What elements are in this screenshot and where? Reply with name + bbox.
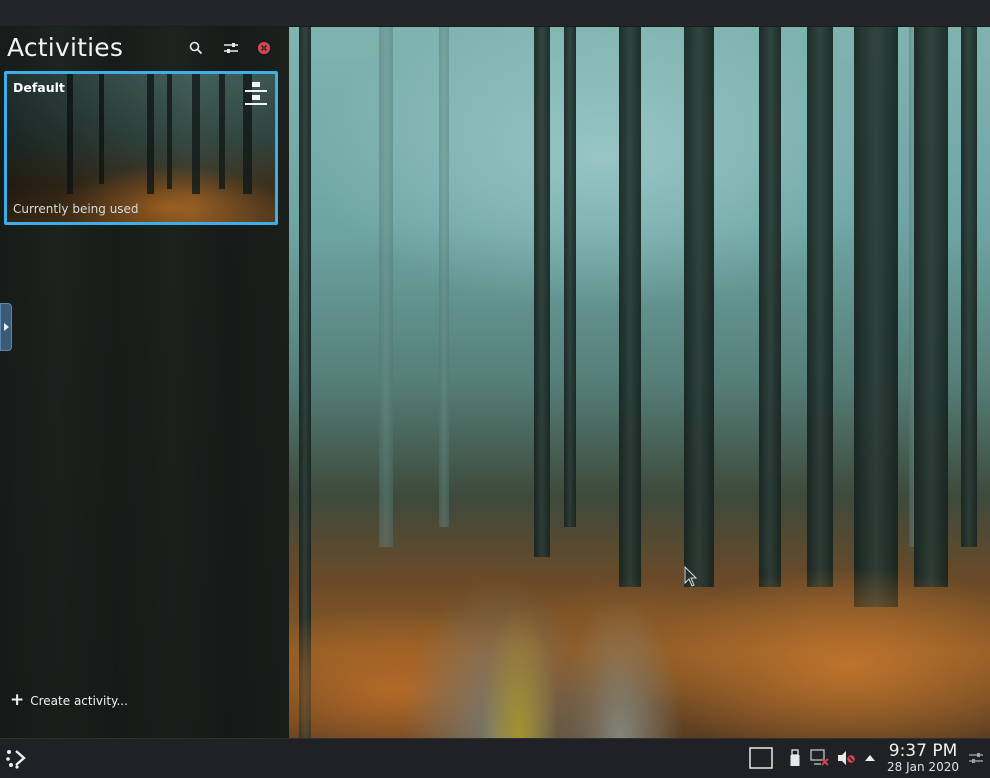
mouse-cursor-icon (684, 566, 698, 587)
activity-name: Default (13, 80, 65, 95)
arrow-right-icon (3, 323, 9, 331)
activity-settings-icon (245, 82, 267, 105)
usb-device-icon (790, 749, 800, 766)
volume-button[interactable] (836, 747, 856, 769)
panel-settings-button[interactable] (966, 747, 986, 769)
clock-time[interactable]: 9:37 PM (886, 741, 960, 761)
tray-expand-icon (865, 755, 875, 761)
volume-muted-icon (838, 751, 855, 765)
launcher-icon (6, 750, 26, 769)
close-panel-button[interactable] (252, 36, 276, 60)
search-button[interactable] (184, 36, 208, 60)
create-activity-button[interactable]: + Create activity... (10, 692, 128, 709)
application-launcher-button[interactable] (3, 744, 31, 772)
activities-panel: Activities Default Currently being used … (0, 27, 289, 738)
tray-expand-button[interactable] (862, 747, 878, 769)
top-screen-strip (0, 0, 990, 27)
panel-settings-icon (969, 753, 983, 763)
activity-status: Currently being used (13, 202, 139, 216)
network-button[interactable] (810, 747, 830, 769)
filter-icon (224, 43, 238, 53)
filter-button[interactable] (219, 36, 243, 60)
bottom-panel: 9:37 PM 28 Jan 2020 (0, 738, 990, 778)
plus-icon: + (10, 690, 25, 710)
create-activity-label: Create activity... (30, 693, 128, 708)
search-icon (189, 41, 203, 55)
activities-title: Activities (7, 33, 124, 62)
network-disconnected-icon (810, 749, 829, 766)
panel-edge-handle[interactable] (0, 303, 12, 351)
usb-device-button[interactable] (787, 747, 803, 769)
activity-card-default[interactable]: Default Currently being used (4, 71, 278, 225)
show-desktop-button[interactable] (748, 747, 774, 769)
activity-configure-button[interactable] (244, 81, 268, 107)
clock-date: 28 Jan 2020 (887, 760, 959, 774)
close-icon (258, 42, 270, 54)
show-desktop-icon (749, 747, 773, 769)
desktop-wallpaper (289, 27, 990, 738)
